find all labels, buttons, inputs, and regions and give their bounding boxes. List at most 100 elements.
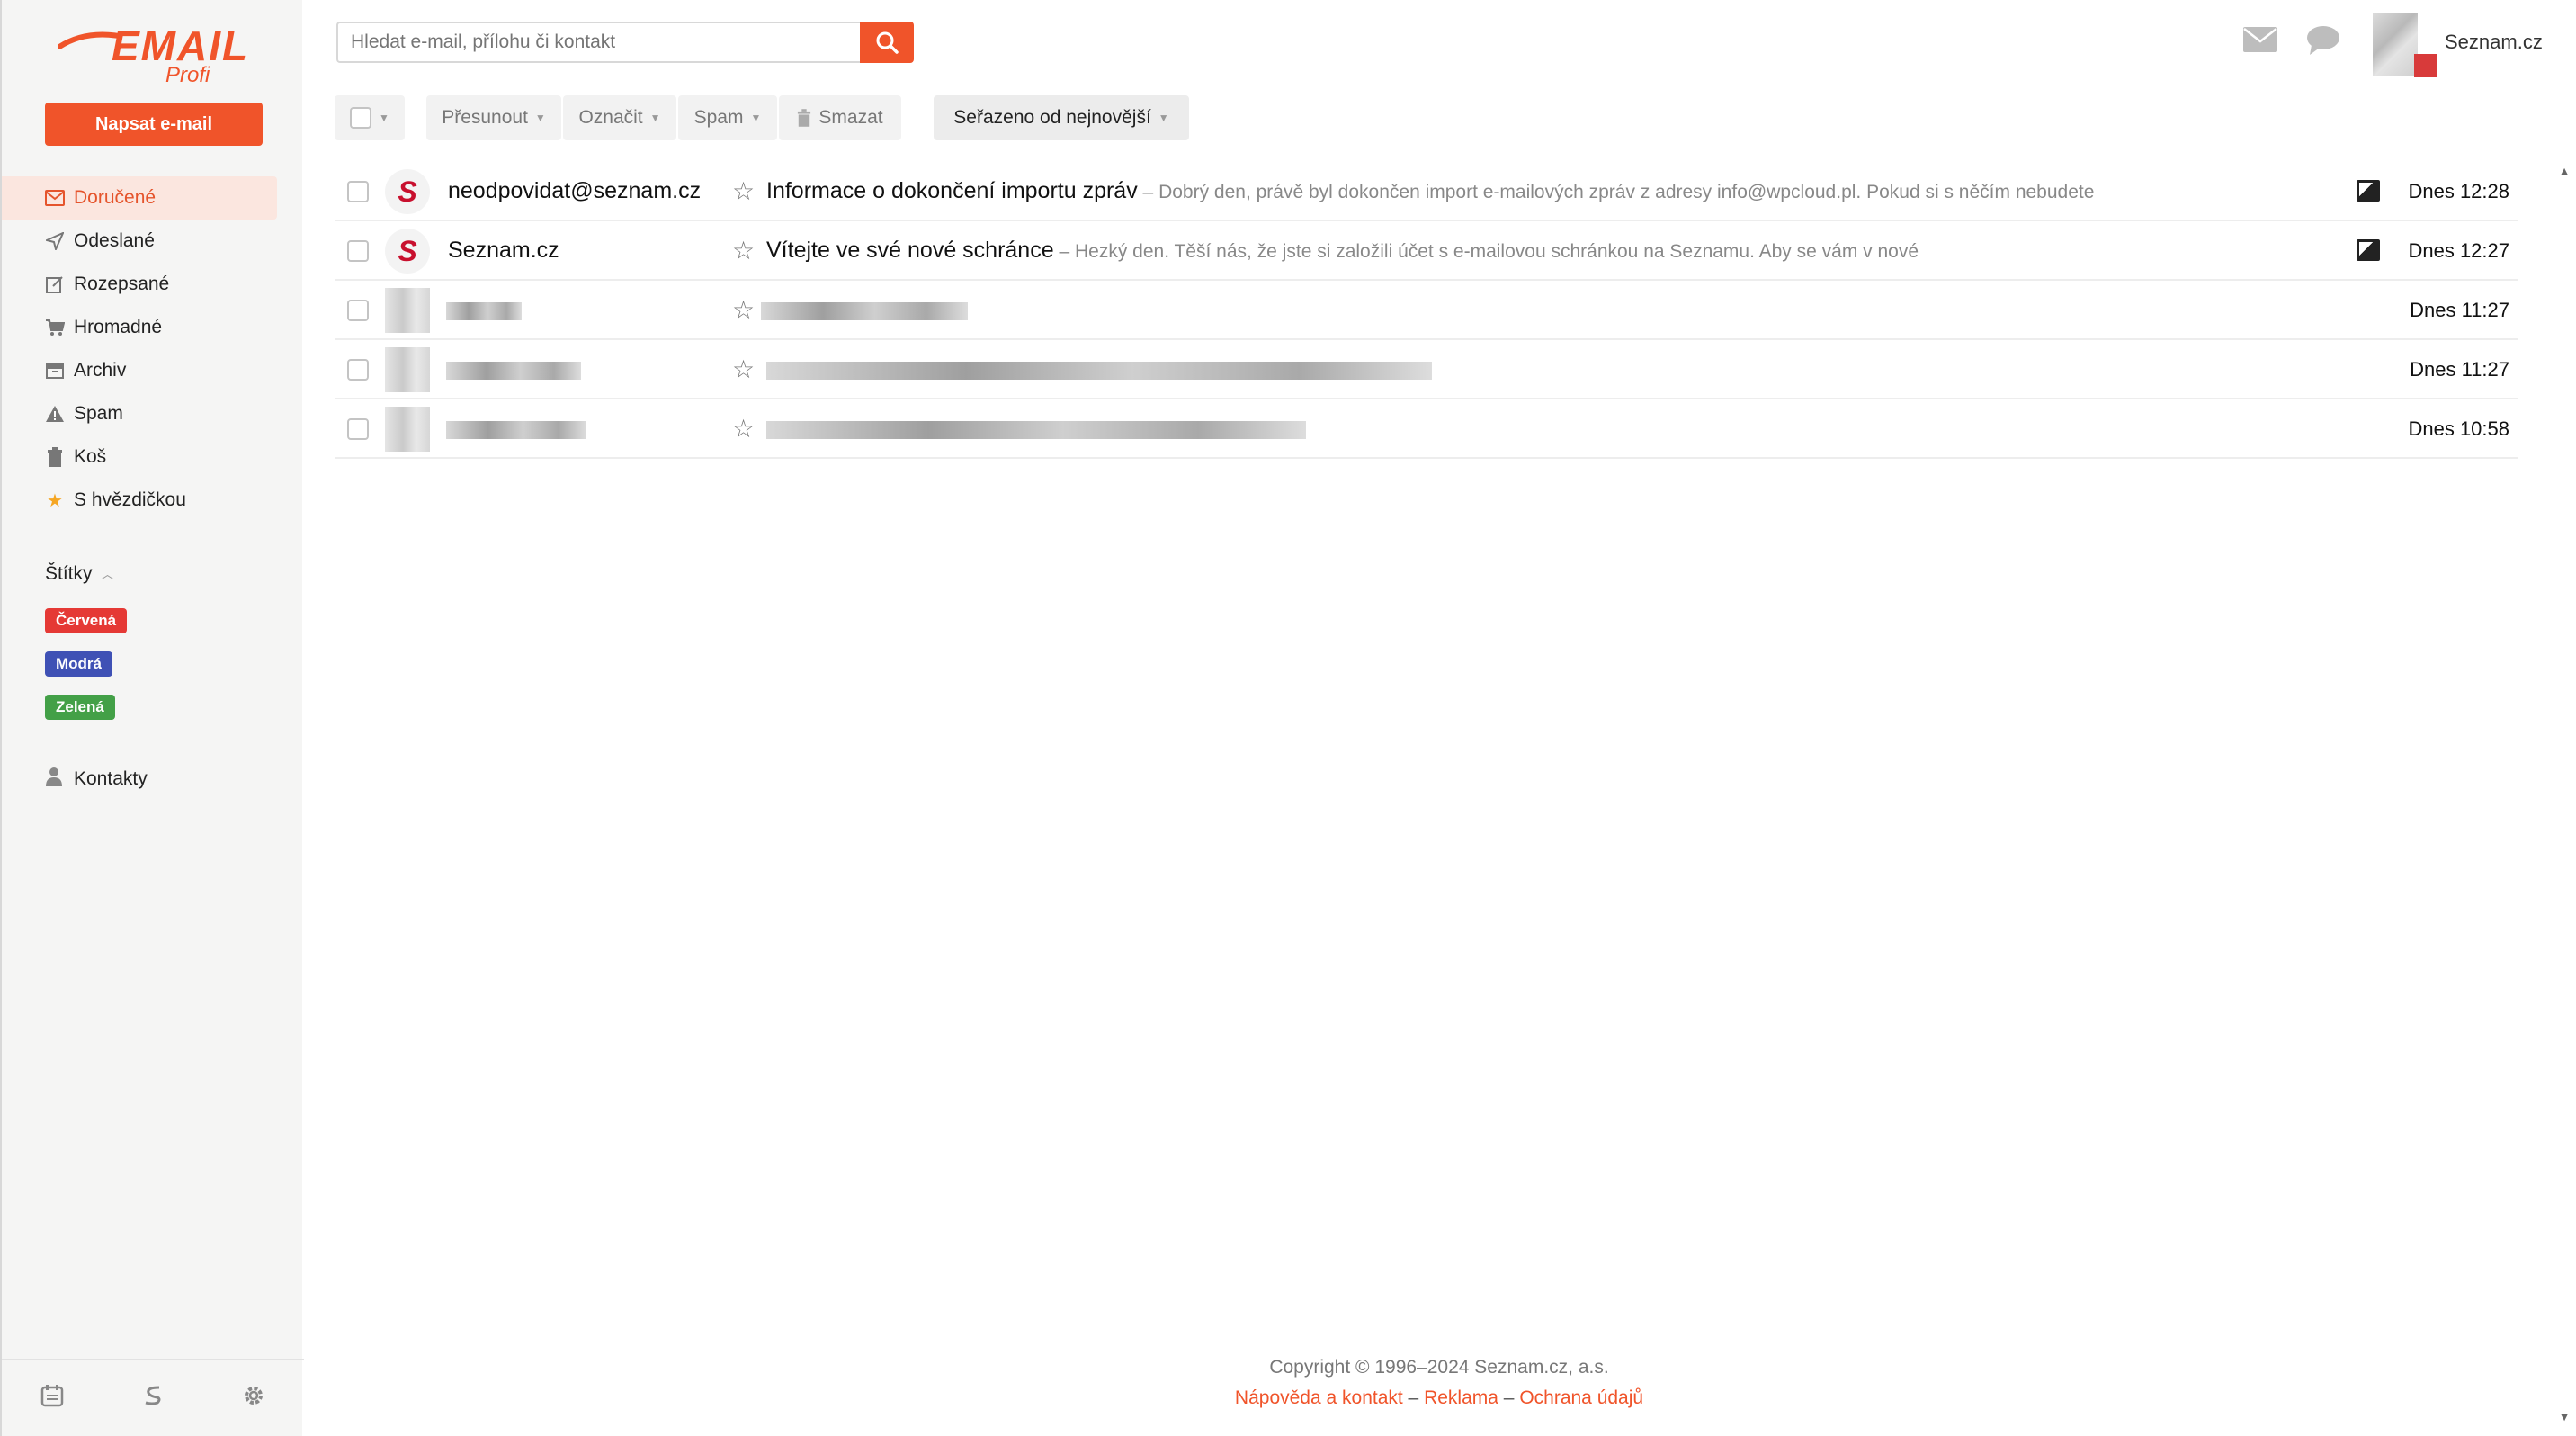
sidebar: EMAIL Profi Napsat e-mail Doručené Odesl…	[0, 0, 304, 1436]
sidebar-item-label: Archiv	[74, 360, 127, 381]
page-footer: Copyright © 1996–2024 Seznam.cz, a.s. Ná…	[302, 1357, 2576, 1409]
help-link[interactable]: Nápověda a kontakt	[1235, 1387, 1403, 1408]
select-all-dropdown[interactable]: ▼	[335, 95, 405, 140]
sort-dropdown[interactable]: Seřazeno od nejnovější ▼	[934, 95, 1189, 140]
sidebar-item-trash[interactable]: Koš	[2, 435, 277, 479]
avatar[interactable]	[2373, 13, 2418, 76]
message-row[interactable]: ☆ Dnes 10:58	[335, 399, 2518, 459]
sidebar-item-label: Odeslané	[74, 230, 155, 251]
message-sender: neodpovidat@seznam.cz	[448, 178, 702, 203]
seznam-logo-icon[interactable]	[141, 1384, 165, 1414]
tag-red[interactable]: Červená	[45, 608, 128, 633]
blurred-subject	[766, 362, 1432, 380]
sidebar-item-archive[interactable]: Archiv	[2, 349, 277, 392]
account-name[interactable]: Seznam.cz	[2445, 31, 2543, 54]
chevron-down-icon: ▼	[534, 112, 546, 124]
chevron-up-icon: ︿	[101, 567, 114, 581]
blurred-avatar	[385, 407, 430, 452]
message-row[interactable]: S Seznam.cz ☆ Vítejte ve své nové schrán…	[335, 221, 2518, 281]
star-outline-icon[interactable]: ☆	[732, 355, 755, 384]
message-checkbox[interactable]	[347, 300, 369, 321]
message-time: Dnes 11:27	[2410, 358, 2509, 381]
chat-icon[interactable]	[2306, 25, 2340, 64]
sidebar-item-inbox[interactable]: Doručené	[2, 176, 277, 220]
image-attachment-icon	[2357, 180, 2380, 202]
mail-icon[interactable]	[2243, 25, 2277, 60]
scroll-up-arrow[interactable]: ▲	[2558, 164, 2571, 178]
message-row[interactable]: ☆ Dnes 11:27	[335, 340, 2518, 399]
blurred-avatar	[385, 347, 430, 392]
star-outline-icon[interactable]: ☆	[732, 414, 755, 444]
star-outline-icon[interactable]: ☆	[732, 295, 755, 325]
select-all-checkbox[interactable]	[350, 107, 372, 129]
sidebar-item-label: Koš	[74, 446, 107, 467]
inbox-icon	[45, 188, 65, 208]
labels-heading: Štítky	[45, 563, 93, 584]
calendar-icon[interactable]	[40, 1384, 64, 1414]
message-list: S neodpovidat@seznam.cz ☆ Informace o do…	[335, 162, 2518, 459]
message-row[interactable]: S neodpovidat@seznam.cz ☆ Informace o do…	[335, 162, 2518, 221]
message-checkbox[interactable]	[347, 359, 369, 381]
search-input[interactable]	[336, 22, 860, 63]
logo-sub-text: Profi	[165, 63, 210, 87]
sidebar-footer	[2, 1359, 304, 1436]
message-time: Dnes 12:27	[2408, 239, 2509, 262]
blurred-subject	[766, 421, 1306, 439]
image-attachment-icon	[2357, 239, 2380, 261]
star-outline-icon[interactable]: ☆	[732, 176, 755, 206]
message-checkbox[interactable]	[347, 418, 369, 440]
message-subject-line: Informace o dokončení importu zpráv – Do…	[766, 178, 2094, 204]
message-checkbox[interactable]	[347, 181, 369, 202]
sidebar-item-sent[interactable]: Odeslané	[2, 220, 277, 263]
sidebar-item-label: Kontakty	[74, 768, 148, 789]
seznam-avatar-icon: S	[385, 229, 430, 274]
spam-button[interactable]: Spam ▼	[678, 95, 777, 140]
ads-link[interactable]: Reklama	[1424, 1387, 1498, 1408]
send-icon	[45, 231, 65, 251]
sidebar-item-spam[interactable]: Spam	[2, 392, 277, 435]
message-checkbox[interactable]	[347, 240, 369, 262]
mark-button[interactable]: Označit ▼	[563, 95, 676, 140]
separator: –	[1498, 1387, 1520, 1408]
folder-nav: Doručené Odeslané Rozepsané Hromadné Arc…	[2, 176, 277, 522]
gear-icon[interactable]	[242, 1384, 265, 1414]
mark-label: Označit	[578, 107, 643, 128]
sidebar-item-label: Hromadné	[74, 317, 163, 337]
blurred-subject	[761, 302, 968, 320]
avatar-badge	[2414, 54, 2437, 77]
privacy-link[interactable]: Ochrana údajů	[1519, 1387, 1643, 1408]
seznam-avatar-icon: S	[385, 169, 430, 214]
sidebar-item-contacts[interactable]: Kontakty	[45, 767, 148, 792]
separator: –	[1402, 1387, 1425, 1408]
blurred-sender	[446, 302, 522, 320]
top-bar: Seznam.cz	[302, 0, 2576, 86]
delete-button[interactable]: Smazat	[779, 95, 901, 140]
search-button[interactable]	[860, 22, 914, 63]
star-outline-icon[interactable]: ☆	[732, 236, 755, 265]
message-time: Dnes 11:27	[2410, 299, 2509, 321]
sidebar-item-bulk[interactable]: Hromadné	[2, 306, 277, 349]
blurred-sender	[446, 421, 586, 439]
chevron-down-icon: ▼	[1158, 112, 1169, 124]
message-time: Dnes 10:58	[2408, 417, 2509, 440]
move-button[interactable]: Přesunout ▼	[426, 95, 561, 140]
message-subject-line: Vítejte ve své nové schránce – Hezký den…	[766, 238, 1919, 264]
labels-toggle[interactable]: Štítky ︿	[45, 563, 114, 585]
scroll-down-arrow[interactable]: ▼	[2558, 1409, 2571, 1423]
message-preview: – Hezký den. Těší nás, že jste si založi…	[1053, 241, 1919, 262]
tag-blue[interactable]: Modrá	[45, 651, 112, 677]
footer-links: Nápověda a kontakt – Reklama – Ochrana ú…	[302, 1387, 2576, 1409]
search-icon	[876, 31, 899, 54]
archive-icon	[45, 361, 65, 381]
chevron-down-icon: ▼	[750, 112, 762, 124]
compose-button[interactable]: Napsat e-mail	[45, 103, 263, 146]
tag-green[interactable]: Zelená	[45, 695, 115, 720]
logo[interactable]: EMAIL Profi	[58, 16, 247, 87]
message-row[interactable]: ☆ Dnes 11:27	[335, 281, 2518, 340]
sidebar-item-starred[interactable]: ★ S hvězdičkou	[2, 479, 277, 522]
chevron-down-icon: ▼	[379, 112, 389, 124]
blurred-sender	[446, 362, 581, 380]
move-label: Přesunout	[442, 107, 528, 128]
email-app: EMAIL Profi Napsat e-mail Doručené Odesl…	[0, 0, 2576, 1436]
sidebar-item-drafts[interactable]: Rozepsané	[2, 263, 277, 306]
